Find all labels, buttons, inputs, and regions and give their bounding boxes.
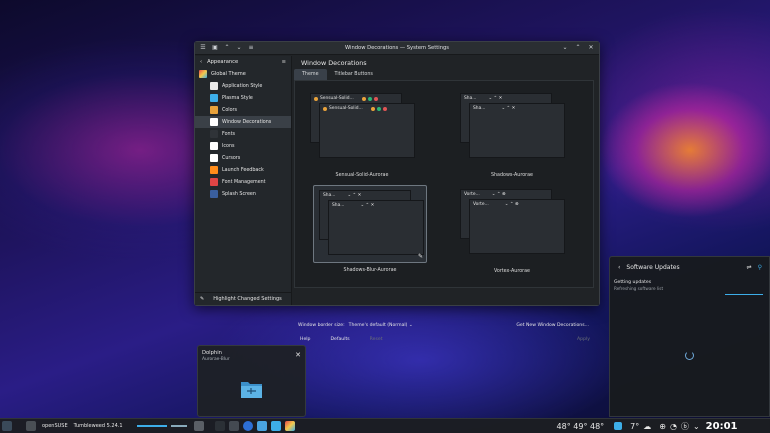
preview-title: Sha...: [473, 106, 486, 111]
border-size-row: Window border size: Theme's default (Nor…: [292, 320, 595, 331]
status-subtext: Refreshing software list: [614, 286, 664, 291]
decoration-card-shadows[interactable]: Sha... ⌄ ⌃ ✕ Sha... ⌄ ⌃ ✕ Shadows-Aurorae: [455, 89, 569, 178]
weather-readout: 7°: [630, 421, 640, 431]
border-size-label: Window border size:: [298, 323, 345, 328]
button-row: Help Defaults Reset Apply: [292, 334, 600, 345]
get-new-decorations-button[interactable]: Get New Window Decorations...: [516, 323, 595, 328]
updates-tray-icon[interactable]: ⊕: [659, 422, 666, 431]
close-icon[interactable]: ✕: [295, 351, 301, 359]
bluetooth-icon[interactable]: ⓑ: [681, 421, 689, 432]
software-updates-popup: ‹ Software Updates ⇌ ⚲ Getting updates R…: [609, 256, 770, 417]
progress-bar: [725, 294, 763, 295]
preview-title: Sha...: [464, 96, 477, 101]
preview-front-window: Sha... ⌄ ⌃ ✕: [328, 200, 424, 255]
clock[interactable]: 20:01: [706, 421, 738, 432]
help-button[interactable]: Help: [300, 337, 310, 342]
tooltip-subtitle: Aurorae-Blur: [202, 357, 230, 362]
back-icon[interactable]: ‹: [618, 264, 620, 271]
tooltip-title: Dolphin: [202, 350, 222, 356]
preview-title: Sha...: [332, 203, 345, 208]
preview-front-window: Sha... ⌄ ⌃ ✕: [469, 103, 565, 158]
settings-task-icon[interactable]: [227, 419, 241, 433]
discover-task-icon[interactable]: [269, 419, 283, 433]
updates-header: ‹ Software Updates ⇌ ⚲: [610, 257, 769, 278]
decoration-name: Shadows-Aurorae: [490, 173, 534, 178]
preview-title: Sensual-Solid...: [329, 106, 363, 111]
decoration-card-shadows-blur[interactable]: Sha... ⌄ ⌃ ✕ Sha... ⌄ ⌃ ✕ ✎ Shadows-Blur-A…: [313, 185, 427, 273]
decoration-grid: Sensual-Solid... Sensual-Solid... Sensua…: [294, 80, 594, 288]
distro-label: openSUSE: [42, 423, 68, 429]
border-size-value: Theme's default (Normal): [348, 323, 408, 328]
cloud-icon[interactable]: ☁: [643, 422, 651, 431]
loading-spinner-icon: [685, 351, 694, 360]
taskbar: openSUSE Tumbleweed 5.24.1 48° 49° 48° 7…: [0, 418, 770, 433]
pin-icon[interactable]: ⚲: [758, 264, 762, 271]
tab-titlebar-buttons[interactable]: Titlebar Buttons: [327, 69, 381, 80]
decoration-name: Vortex-Aurorae: [493, 269, 530, 274]
task-tooltip: Dolphin Aurorae-Blur ✕: [197, 345, 306, 417]
decoration-name: Shadows-Blur-Aurorae: [343, 268, 397, 273]
system-monitor-icon[interactable]: [193, 419, 205, 433]
tab-bar: Theme Titlebar Buttons: [294, 69, 381, 80]
app-launcher-icon[interactable]: [0, 419, 14, 433]
apply-button[interactable]: Apply: [577, 337, 590, 342]
decoration-name: Sensual-Solid-Aurorae: [335, 173, 389, 178]
decoration-card-vortex[interactable]: Vorte... ⌄ ⌃ ⊗ Vorte... ⌄ ⌃ ⊗ Vortex-Auror…: [455, 185, 569, 274]
discover-tray-icon[interactable]: [612, 419, 624, 433]
updates-status: Getting updates Refreshing software list: [610, 278, 769, 293]
version-label: Tumbleweed 5.24.1: [73, 423, 123, 429]
defaults-button[interactable]: Defaults: [330, 337, 349, 342]
cpu-meter: [170, 425, 187, 427]
preview-title: Vorte...: [473, 202, 489, 207]
krita-task-icon[interactable]: [283, 419, 297, 433]
temperature-readout: 48° 49° 48°: [556, 421, 605, 431]
preview-title: Sensual-Solid...: [320, 96, 354, 101]
updates-title: Software Updates: [626, 264, 680, 271]
border-size-select[interactable]: Theme's default (Normal) ⌄: [349, 323, 413, 328]
reset-button[interactable]: Reset: [370, 337, 383, 342]
folder-icon: [241, 382, 262, 398]
kde-connect-icon[interactable]: [213, 419, 227, 433]
content-overlay: Theme Titlebar Buttons Sensual-Solid... …: [194, 41, 600, 342]
pager-icon[interactable]: [24, 419, 38, 433]
volume-meter: [136, 425, 167, 427]
configure-icon[interactable]: ⇌: [747, 264, 752, 271]
preview-front-window: Vorte... ⌄ ⌃ ⊗: [469, 199, 565, 254]
edit-pencil-icon[interactable]: ✎: [418, 253, 423, 260]
status-text: Getting updates: [614, 280, 652, 285]
dolphin-task-icon[interactable]: [255, 419, 269, 433]
expand-tray-icon[interactable]: ⌄: [693, 422, 700, 431]
clipboard-icon[interactable]: ◔: [670, 422, 677, 431]
preview-title: Vorte...: [464, 192, 480, 197]
firefox-icon[interactable]: [241, 419, 255, 433]
tab-theme[interactable]: Theme: [294, 69, 327, 80]
chevron-down-icon: ⌄: [408, 323, 413, 328]
preview-title: Sha...: [323, 193, 336, 198]
preview-front-window: Sensual-Solid...: [319, 103, 415, 158]
decoration-card-sensual-solid[interactable]: Sensual-Solid... Sensual-Solid... Sensua…: [305, 89, 419, 178]
